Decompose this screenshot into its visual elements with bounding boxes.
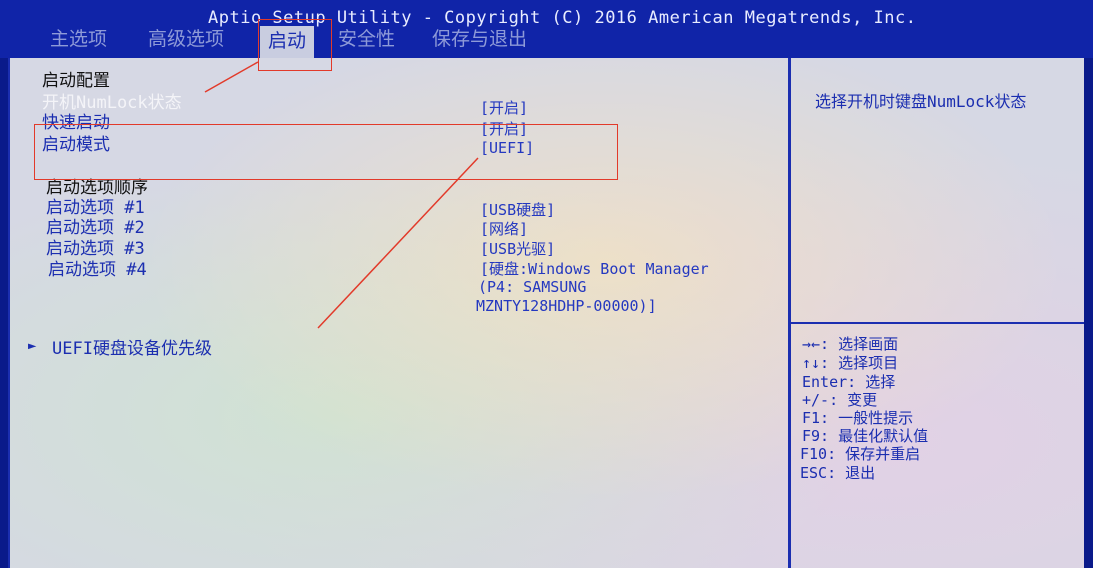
boot-option-3-value[interactable]: [USB光驱] bbox=[480, 238, 555, 259]
submenu-arrow-icon: ► bbox=[28, 338, 37, 354]
boot-option-4-value-line3: MZNTY128HDHP-00000)] bbox=[476, 297, 657, 315]
boot-option-4-value-line2: (P4: SAMSUNG bbox=[478, 278, 587, 296]
key-hint-select-item: ↑↓: 选择项目 bbox=[802, 354, 899, 372]
tab-boot[interactable]: 启动 bbox=[260, 26, 315, 58]
boot-option-4-label[interactable]: 启动选项 #4 bbox=[48, 255, 147, 280]
numlock-value[interactable]: [开启] bbox=[480, 97, 528, 118]
tab-main[interactable]: 主选项 bbox=[50, 24, 107, 51]
screen-edge bbox=[1084, 58, 1093, 568]
help-description: 选择开机时键盘NumLock状态 bbox=[815, 92, 1027, 111]
boot-mode-value[interactable]: [UEFI] bbox=[480, 139, 534, 157]
key-hint-f10: F10: 保存并重启 bbox=[800, 445, 921, 463]
boot-option-1-value[interactable]: [USB硬盘] bbox=[480, 199, 555, 220]
tab-save-exit[interactable]: 保存与退出 bbox=[432, 24, 527, 51]
boot-mode-label[interactable]: 启动模式 bbox=[42, 130, 110, 155]
key-hint-select-screen: →←: 选择画面 bbox=[802, 335, 899, 353]
boot-option-4-value-line1[interactable]: [硬盘:Windows Boot Manager bbox=[480, 258, 709, 279]
fast-boot-value[interactable]: [开启] bbox=[480, 118, 528, 139]
panel-divider bbox=[788, 58, 791, 568]
help-divider bbox=[791, 322, 1087, 324]
key-hint-esc: ESC: 退出 bbox=[800, 464, 876, 482]
uefi-hdd-priority-item[interactable]: UEFI硬盘设备优先级 bbox=[52, 334, 212, 359]
boot-option-2-value[interactable]: [网络] bbox=[480, 218, 528, 239]
utility-title: Aptio Setup Utility - Copyright (C) 2016… bbox=[208, 8, 917, 28]
header-bar: Aptio Setup Utility - Copyright (C) 2016… bbox=[0, 0, 1093, 58]
tab-advanced[interactable]: 高级选项 bbox=[148, 24, 224, 51]
tab-security[interactable]: 安全性 bbox=[338, 24, 395, 51]
